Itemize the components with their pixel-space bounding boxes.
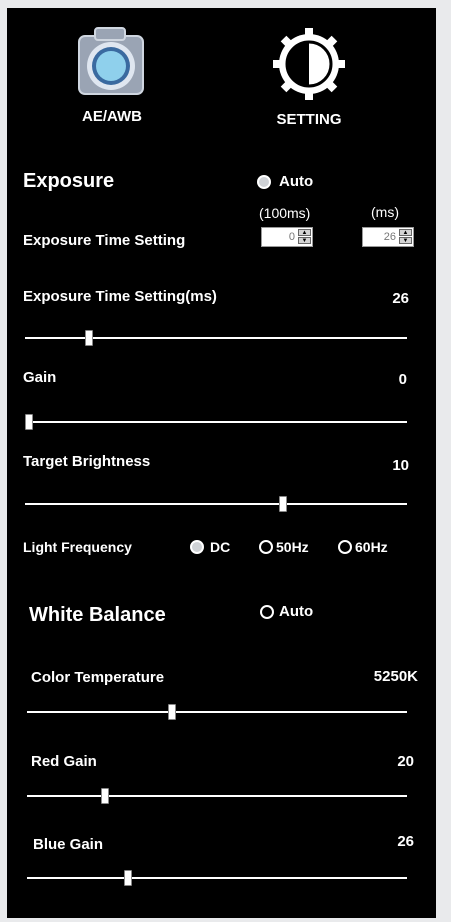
exposure-ms-stepper[interactable]: 26 ▲ ▼ xyxy=(362,227,414,247)
white-balance-auto-option[interactable]: Auto xyxy=(260,602,340,622)
light-frequency-60hz-label: 60Hz xyxy=(355,539,388,555)
camera-settings-panel: AE/AWB SETTING Exposure Auto (100ms) (ms… xyxy=(7,8,436,918)
unit-100ms-label: (100ms) xyxy=(259,205,311,221)
color-temperature-slider[interactable] xyxy=(27,702,407,722)
slider-track xyxy=(25,503,407,505)
light-frequency-50hz-option[interactable]: 50Hz xyxy=(259,537,335,557)
white-balance-title: White Balance xyxy=(29,604,166,626)
exposure-100ms-value: 0 xyxy=(288,231,295,243)
slider-thumb[interactable] xyxy=(168,704,176,720)
slider-thumb[interactable] xyxy=(25,414,33,430)
stepper-down-icon[interactable]: ▼ xyxy=(399,237,412,244)
slider-thumb[interactable] xyxy=(124,870,132,886)
color-temperature-value: 5250K xyxy=(373,668,418,685)
exposure-time-ms-value: 26 xyxy=(392,290,409,307)
light-frequency-60hz-option[interactable]: 60Hz xyxy=(338,537,414,557)
light-frequency-dc-radio[interactable] xyxy=(190,540,204,554)
ae-awb-mode-button[interactable]: AE/AWB xyxy=(67,26,157,136)
red-gain-slider[interactable] xyxy=(27,786,407,806)
gain-value: 0 xyxy=(398,371,407,388)
ae-awb-label: AE/AWB xyxy=(82,108,142,125)
slider-thumb[interactable] xyxy=(101,788,109,804)
target-brightness-value: 10 xyxy=(392,457,409,474)
exposure-auto-option[interactable]: Auto xyxy=(257,172,337,192)
exposure-title: Exposure xyxy=(23,170,115,192)
slider-thumb[interactable] xyxy=(279,496,287,512)
light-frequency-50hz-label: 50Hz xyxy=(276,539,309,555)
light-frequency-label: Light Frequency xyxy=(23,539,132,555)
exposure-auto-radio[interactable] xyxy=(257,175,271,189)
exposure-ms-value: 26 xyxy=(383,231,396,243)
exposure-time-setting-label: Exposure Time Setting xyxy=(23,232,186,249)
blue-gain-label: Blue Gain xyxy=(33,836,104,853)
white-balance-auto-radio[interactable] xyxy=(260,605,274,619)
exposure-time-ms-label: Exposure Time Setting(ms) xyxy=(23,288,217,305)
light-frequency-60hz-radio[interactable] xyxy=(338,540,352,554)
white-balance-auto-label: Auto xyxy=(279,603,314,620)
target-brightness-slider[interactable] xyxy=(25,494,407,514)
stepper-down-icon[interactable]: ▼ xyxy=(298,237,311,244)
blue-gain-slider[interactable] xyxy=(27,868,407,888)
slider-track xyxy=(27,711,407,713)
gain-label: Gain xyxy=(23,369,57,386)
red-gain-value: 20 xyxy=(397,753,414,770)
blue-gain-value: 26 xyxy=(397,833,414,850)
exposure-time-slider[interactable] xyxy=(25,328,407,348)
light-frequency-dc-option[interactable]: DC xyxy=(190,537,250,557)
slider-track xyxy=(25,337,407,339)
unit-ms-label: (ms) xyxy=(371,204,399,220)
gain-slider[interactable] xyxy=(25,412,407,432)
gear-contrast-icon xyxy=(273,28,345,100)
target-brightness-label: Target Brightness xyxy=(23,453,151,470)
camera-icon xyxy=(78,27,144,95)
slider-track xyxy=(25,421,407,423)
light-frequency-dc-label: DC xyxy=(210,539,231,555)
light-frequency-50hz-radio[interactable] xyxy=(259,540,273,554)
exposure-auto-label: Auto xyxy=(279,173,314,190)
stepper-up-icon[interactable]: ▲ xyxy=(399,229,412,236)
slider-track xyxy=(27,877,407,879)
exposure-100ms-stepper[interactable]: 0 ▲ ▼ xyxy=(261,227,313,247)
slider-thumb[interactable] xyxy=(85,330,93,346)
setting-mode-button[interactable]: SETTING xyxy=(259,26,359,138)
stepper-up-icon[interactable]: ▲ xyxy=(298,229,311,236)
color-temperature-label: Color Temperature xyxy=(31,669,165,686)
red-gain-label: Red Gain xyxy=(31,753,97,770)
slider-track xyxy=(27,795,407,797)
setting-label: SETTING xyxy=(276,111,342,128)
